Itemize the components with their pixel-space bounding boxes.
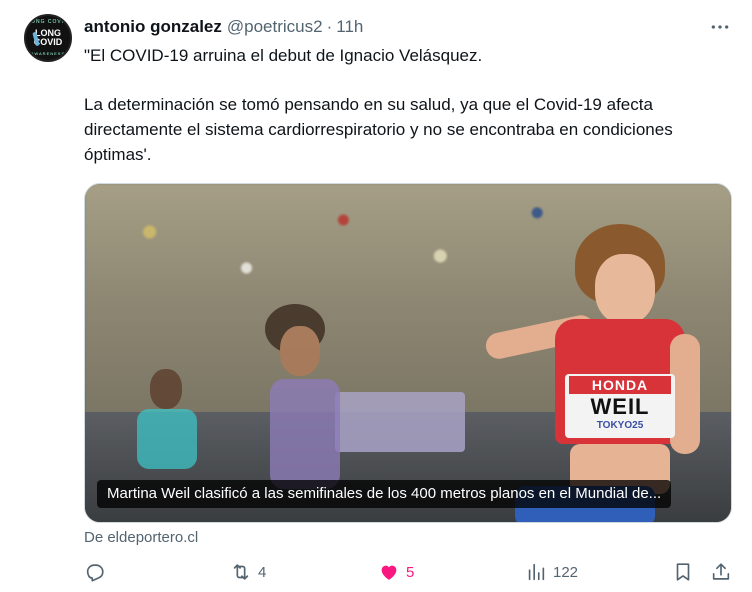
tweet-text: "El COVID-19 arruina el debut de Ignacio… bbox=[84, 43, 744, 167]
avatar-ring-bottom-text: AWARENESS bbox=[30, 51, 66, 56]
separator-dot: · bbox=[326, 17, 333, 36]
tweet-paragraph: "El COVID-19 arruina el debut de Ignacio… bbox=[84, 46, 483, 65]
tweet-header: antonio gonzalez @poetricus2 · 11h bbox=[84, 16, 363, 38]
tweet-paragraph: La determinación se tomó pensando en su … bbox=[84, 95, 673, 164]
race-bib: HONDA WEIL TOKYO25 bbox=[565, 374, 675, 438]
bookmark-button[interactable] bbox=[672, 561, 694, 583]
views-count: 122 bbox=[553, 563, 579, 581]
retweet-count: 4 bbox=[258, 563, 267, 581]
share-button[interactable] bbox=[710, 561, 732, 583]
reply-button[interactable] bbox=[84, 561, 112, 583]
author-avatar[interactable]: LONG COVID LONG COVID AWARENESS bbox=[24, 14, 72, 62]
avatar-ring-top-text: LONG COVID bbox=[27, 19, 69, 25]
bib-sponsor: HONDA bbox=[569, 376, 671, 394]
author-handle[interactable]: @poetricus2 bbox=[227, 17, 323, 37]
share-icon bbox=[712, 563, 730, 580]
bookmark-icon bbox=[676, 563, 690, 581]
heart-icon bbox=[381, 565, 397, 580]
like-button[interactable]: 5 bbox=[378, 561, 414, 583]
bib-name: WEIL bbox=[590, 394, 650, 419]
like-count: 5 bbox=[406, 563, 415, 581]
link-source[interactable]: De eldeportero.cl bbox=[84, 529, 198, 546]
views-icon bbox=[528, 563, 545, 581]
retweet-button[interactable]: 4 bbox=[230, 561, 266, 583]
reply-icon bbox=[86, 564, 104, 582]
tweet-timestamp[interactable]: 11h bbox=[336, 17, 363, 37]
more-horizontal-icon[interactable] bbox=[710, 17, 730, 40]
tweet-media-card[interactable]: HONDA WEIL TOKYO25 Martina Weil clasific… bbox=[84, 183, 732, 523]
runner-main-image: HONDA WEIL TOKYO25 bbox=[483, 224, 715, 522]
media-caption: Martina Weil clasificó a las semifinales… bbox=[97, 480, 672, 508]
retweet-icon bbox=[233, 564, 249, 580]
tweet-actions-bar: 4 5 122 bbox=[84, 561, 739, 589]
bib-event: TOKYO25 bbox=[596, 420, 644, 431]
views-button[interactable]: 122 bbox=[525, 561, 578, 583]
author-name[interactable]: antonio gonzalez bbox=[84, 17, 222, 37]
